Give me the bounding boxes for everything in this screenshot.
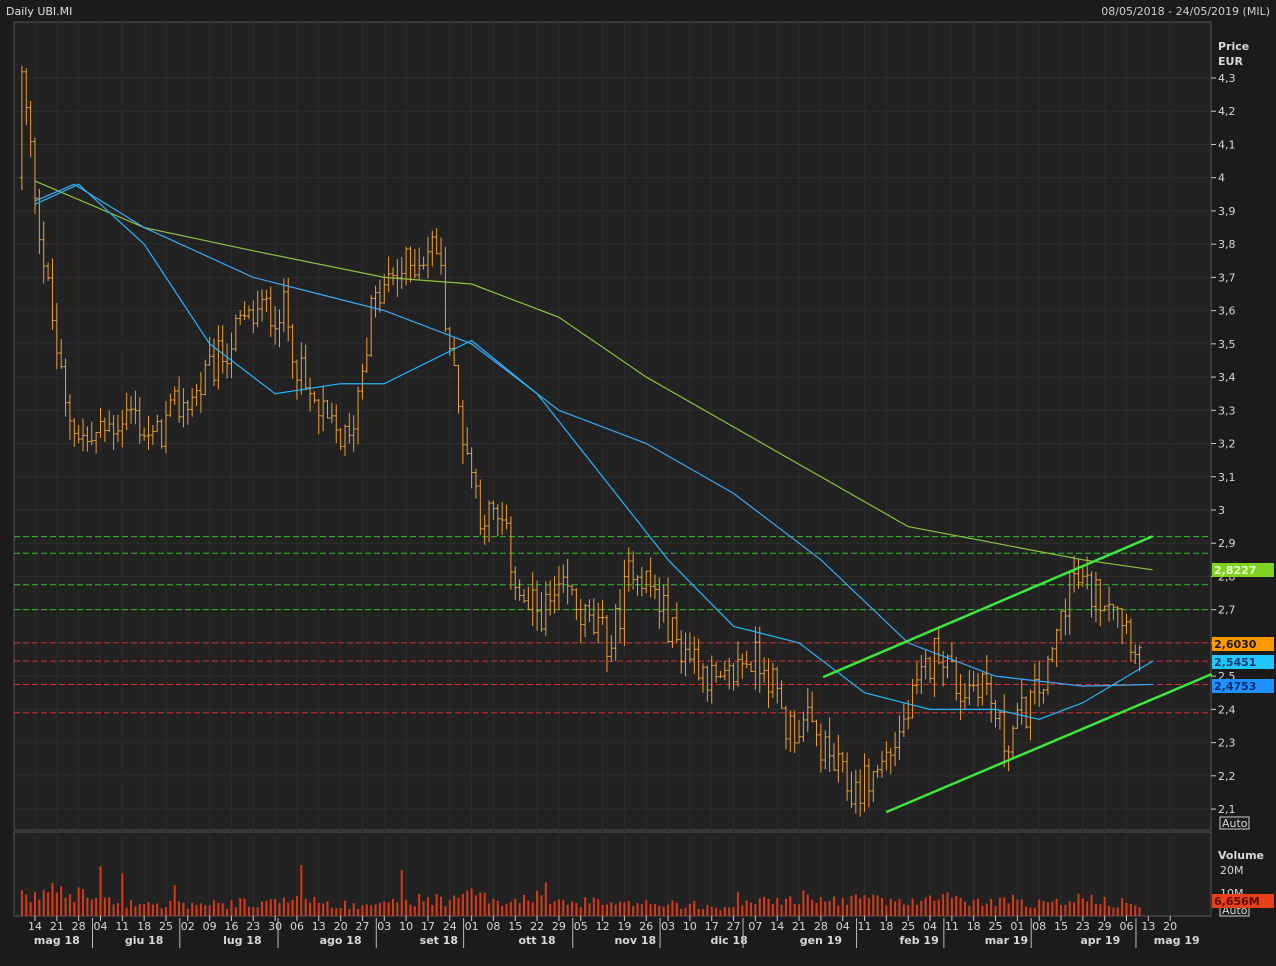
- price-panel: [13, 21, 1212, 831]
- x-tick-label: 04: [923, 920, 937, 933]
- x-tick-label: 24: [443, 920, 457, 933]
- y-tick-label: 2,1: [1218, 803, 1236, 816]
- x-month-label: ott 18: [518, 934, 555, 947]
- x-tick-label: 21: [792, 920, 806, 933]
- x-month-label: lug 18: [223, 934, 262, 947]
- x-tick-label: 27: [727, 920, 741, 933]
- x-tick-label: 23: [1076, 920, 1090, 933]
- x-tick-label: 08: [1032, 920, 1046, 933]
- y-tick-label: 3: [1218, 504, 1225, 517]
- x-tick-label: 28: [72, 920, 86, 933]
- x-tick-label: 21: [50, 920, 64, 933]
- x-month-label: nov 18: [614, 934, 656, 947]
- x-tick-label: 12: [596, 920, 610, 933]
- x-month-label: set 18: [420, 934, 458, 947]
- x-tick-label: 13: [312, 920, 326, 933]
- y-tick-label: 4,1: [1218, 138, 1236, 151]
- x-tick-label: 11: [115, 920, 129, 933]
- x-tick-label: 13: [1141, 920, 1155, 933]
- price-axis-label: Price: [1218, 40, 1249, 53]
- x-tick-label: 07: [748, 920, 762, 933]
- x-month-label: giu 18: [125, 934, 164, 947]
- y-tick-label: 3,3: [1218, 404, 1236, 417]
- x-month-label: feb 19: [899, 934, 938, 947]
- price-auto-label[interactable]: Auto: [1222, 817, 1248, 830]
- x-tick-label: 09: [203, 920, 217, 933]
- y-tick-label: 2,7: [1218, 604, 1236, 617]
- y-tick-label: 3,8: [1218, 238, 1236, 251]
- currency-label: EUR: [1218, 55, 1243, 68]
- x-tick-label: 22: [530, 920, 544, 933]
- price-badge-value: 2,8227: [1214, 564, 1256, 577]
- x-tick-label: 15: [508, 920, 522, 933]
- y-tick-label: 3,4: [1218, 371, 1236, 384]
- x-tick-label: 03: [377, 920, 391, 933]
- x-tick-label: 01: [1010, 920, 1024, 933]
- x-tick-label: 06: [1120, 920, 1134, 933]
- x-tick-label: 30: [268, 920, 282, 933]
- x-tick-label: 17: [421, 920, 435, 933]
- x-month-label: dic 18: [711, 934, 748, 947]
- x-tick-label: 06: [290, 920, 304, 933]
- x-tick-label: 18: [879, 920, 893, 933]
- price-badge-value: 2,4753: [1214, 680, 1256, 693]
- price-badge-value: 2,5451: [1214, 656, 1256, 669]
- x-tick-label: 10: [683, 920, 697, 933]
- volume-axis-label: Volume: [1218, 849, 1264, 862]
- x-tick-label: 20: [1163, 920, 1177, 933]
- x-tick-label: 10: [399, 920, 413, 933]
- y-tick-label: 2,4: [1218, 703, 1236, 716]
- y-tick-label: 4: [1218, 172, 1225, 185]
- x-tick-label: 11: [858, 920, 872, 933]
- x-month-label: mag 18: [34, 934, 80, 947]
- x-tick-label: 29: [552, 920, 566, 933]
- price-badge-value: 2,6030: [1214, 638, 1257, 651]
- x-tick-label: 08: [486, 920, 500, 933]
- x-tick-label: 19: [617, 920, 631, 933]
- x-tick-label: 18: [967, 920, 981, 933]
- x-tick-label: 14: [28, 920, 42, 933]
- y-tick-label: 2,3: [1218, 737, 1236, 750]
- y-tick-label: 4,3: [1218, 72, 1236, 85]
- x-tick-label: 26: [639, 920, 653, 933]
- y-tick-label: 3,5: [1218, 338, 1236, 351]
- x-tick-label: 11: [945, 920, 959, 933]
- x-tick-label: 25: [989, 920, 1003, 933]
- x-month-label: ago 18: [320, 934, 362, 947]
- y-tick-label: 3,7: [1218, 271, 1236, 284]
- x-tick-label: 29: [1098, 920, 1112, 933]
- x-month-label: mag 19: [1154, 934, 1200, 947]
- x-tick-label: 02: [181, 920, 195, 933]
- x-tick-label: 28: [814, 920, 828, 933]
- x-tick-label: 27: [355, 920, 369, 933]
- last-volume-value: 6,656M: [1214, 895, 1260, 908]
- x-tick-label: 25: [901, 920, 915, 933]
- x-tick-label: 25: [159, 920, 173, 933]
- y-tick-label: 3,1: [1218, 471, 1236, 484]
- volume-tick-20m: 20M: [1220, 864, 1244, 877]
- x-tick-label: 23: [246, 920, 260, 933]
- x-month-label: gen 19: [800, 934, 842, 947]
- x-tick-label: 05: [574, 920, 588, 933]
- x-tick-label: 16: [224, 920, 238, 933]
- y-tick-label: 2,9: [1218, 537, 1236, 550]
- x-month-label: apr 19: [1080, 934, 1120, 947]
- x-tick-label: 14: [770, 920, 784, 933]
- x-tick-label: 18: [137, 920, 151, 933]
- y-tick-label: 3,6: [1218, 305, 1236, 318]
- volume-panel: [13, 831, 1212, 917]
- y-tick-label: 3,2: [1218, 438, 1236, 451]
- x-tick-label: 04: [93, 920, 107, 933]
- price-chart[interactable]: 4,3 4,2 4,1 4 3,9 3,8 3,7 3,6 3,5 3,4 3,3 3,2 3,1 3 2,…: [0, 0, 1276, 966]
- x-tick-label: 15: [1054, 920, 1068, 933]
- y-tick-label: 4,2: [1218, 105, 1236, 118]
- x-tick-label: 17: [705, 920, 719, 933]
- y-tick-label: 2,2: [1218, 770, 1236, 783]
- x-month-label: mar 19: [985, 934, 1028, 947]
- x-tick-label: 04: [836, 920, 850, 933]
- y-tick-label: 3,9: [1218, 205, 1236, 218]
- x-tick-label: 03: [661, 920, 675, 933]
- x-tick-label: 20: [334, 920, 348, 933]
- x-tick-label: 01: [465, 920, 479, 933]
